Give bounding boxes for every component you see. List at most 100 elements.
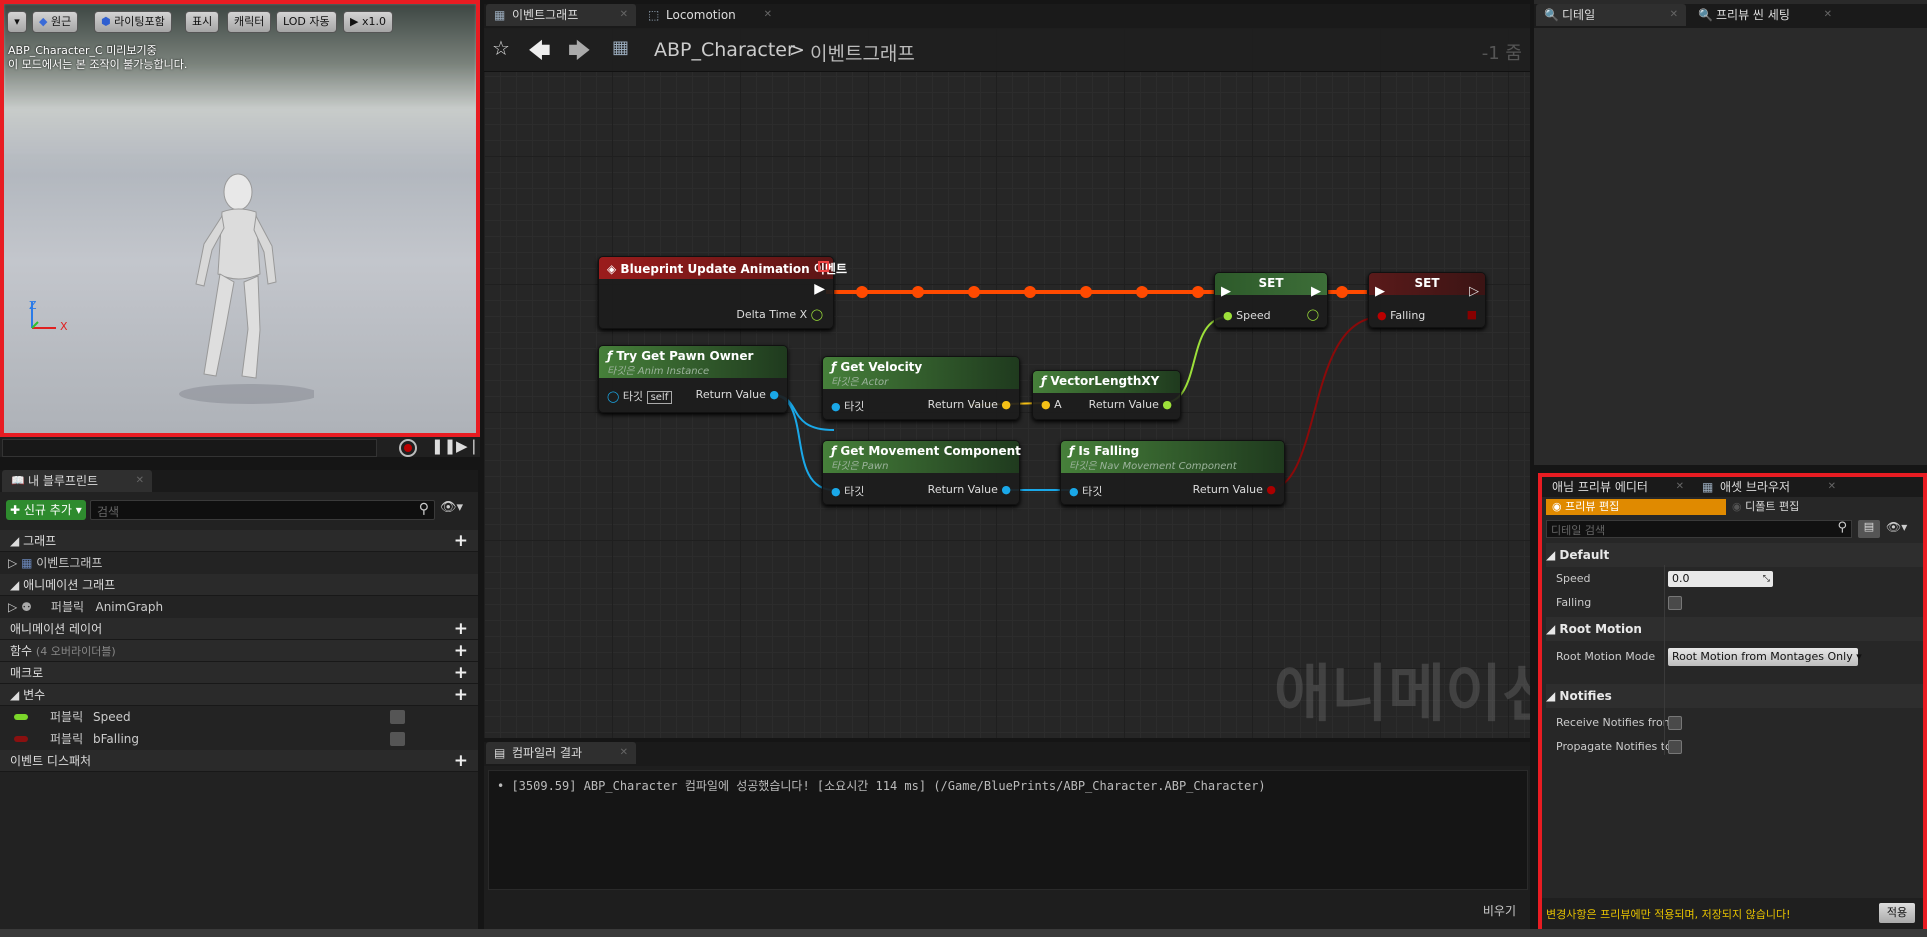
list-item-event-graph[interactable]: ▷ ▦ 이벤트그래프 xyxy=(0,552,478,574)
tab-my-blueprint-label: 내 블루프린트 xyxy=(28,474,99,488)
add-function-icon[interactable]: + xyxy=(454,640,468,662)
close-icon[interactable]: ✕ xyxy=(1676,477,1684,497)
pin-falling[interactable]: ● Falling xyxy=(1377,309,1425,322)
add-anim-layer-icon[interactable]: + xyxy=(454,618,468,640)
exec-out-pin[interactable]: ▷ xyxy=(1469,284,1479,299)
float-out-pin-icon[interactable]: ◯ xyxy=(1307,308,1319,321)
record-icon[interactable] xyxy=(399,439,417,457)
clear-button[interactable]: 비우기 xyxy=(1483,902,1516,919)
drag-arrows-icon: ⤡ xyxy=(1762,574,1770,584)
delegate-pin-icon[interactable] xyxy=(818,261,829,272)
pin-return[interactable]: Return Value ● xyxy=(696,388,779,401)
category-default[interactable]: ◢ Default xyxy=(1546,543,1923,567)
node-set-falling[interactable]: SET ▶ ▷ ● Falling ■ xyxy=(1368,272,1486,328)
perspective-button[interactable]: ◆ 원근 xyxy=(32,11,79,33)
exec-out-pin[interactable]: ▶ xyxy=(1311,284,1321,299)
pause-icon[interactable]: ❚❚ xyxy=(431,437,456,455)
category-notifies[interactable]: ◢ Notifies xyxy=(1546,684,1923,708)
add-macro-icon[interactable]: + xyxy=(454,662,468,684)
pin-return[interactable]: Return Value ● xyxy=(1193,483,1276,496)
speed-spinbox[interactable]: 0.0 ⤡ xyxy=(1668,571,1773,587)
viewport-options-button[interactable]: ▾ xyxy=(7,11,27,33)
timeline-scrubber[interactable] xyxy=(2,439,377,457)
edit-defaults-toggle[interactable]: ◉ 디폴트 편집 xyxy=(1732,499,1799,515)
node-set-speed[interactable]: SET ▶ ▶ ● Speed ◯ xyxy=(1214,272,1328,328)
section-anim-layers[interactable]: 애니메이션 레이어 + xyxy=(0,618,478,640)
pin-target[interactable]: ● 타깃 xyxy=(831,398,864,414)
bool-out-pin-icon[interactable]: ■ xyxy=(1467,308,1477,321)
section-event-dispatchers[interactable]: 이벤트 디스패처 + xyxy=(0,750,478,772)
visibility-eye-icon[interactable]: 👁▾ xyxy=(440,500,463,515)
node-get-velocity[interactable]: ƒ Get Velocity 타깃은 Actor ● 타깃 Return Valu… xyxy=(822,356,1020,420)
pin-speed[interactable]: ● Speed xyxy=(1223,309,1271,322)
receive-notifies-checkbox[interactable] xyxy=(1668,716,1682,730)
section-graphs[interactable]: ◢ 그래프 + xyxy=(0,530,478,552)
node-update-animation-event[interactable]: ◈ Blueprint Update Animation 이벤트 ▶ Delta… xyxy=(598,256,847,329)
apply-button[interactable]: 적용 xyxy=(1879,903,1915,923)
add-graph-icon[interactable]: + xyxy=(454,530,468,552)
property-row-propagate-notifies: Propagate Notifies to xyxy=(1546,735,1923,759)
exec-out-pin[interactable]: ▶ xyxy=(814,281,825,297)
close-icon[interactable]: ✕ xyxy=(1824,4,1832,26)
anim-graph-label: AnimGraph xyxy=(95,600,164,614)
node-header: ƒ Get Movement Component 타깃은 Pawn xyxy=(823,441,1021,473)
tab-compiler-results[interactable]: ▤ 컴파일러 결과 ✕ xyxy=(486,742,636,764)
node-vector-length-xy[interactable]: ƒ VectorLengthXY ● A Return Value ● xyxy=(1032,370,1181,420)
section-macros[interactable]: 매크로 + xyxy=(0,662,478,684)
visibility-toggle-icon[interactable] xyxy=(390,710,405,724)
tab-asset-browser[interactable]: ▦ 애셋 브라우저 ✕ xyxy=(1694,477,1844,497)
lod-button[interactable]: LOD 자동 xyxy=(276,11,337,33)
visibility-toggle-icon[interactable] xyxy=(390,732,405,746)
close-icon[interactable]: ✕ xyxy=(620,4,628,26)
tab-event-graph[interactable]: ▦ 이벤트그래프 ✕ xyxy=(486,4,636,26)
section-anim-graphs[interactable]: ◢ 애니메이션 그래프 xyxy=(0,574,478,596)
pin-target[interactable]: ◯ 타깃 self xyxy=(607,388,673,404)
playback-speed-button[interactable]: ▶ x1.0 xyxy=(343,11,393,33)
pin-delta-time[interactable]: Delta Time X ◯ xyxy=(736,308,823,321)
visibility-eye-icon[interactable]: 👁▾ xyxy=(1886,520,1907,534)
tab-details[interactable]: 🔍 디테일 ✕ xyxy=(1536,4,1686,26)
pin-a[interactable]: ● A xyxy=(1041,398,1062,411)
section-variables[interactable]: ◢ 변수 + xyxy=(0,684,478,706)
list-item-anim-graph[interactable]: ▷ ⚉ 퍼블릭 AnimGraph xyxy=(0,596,478,618)
pin-return[interactable]: Return Value ● xyxy=(928,483,1011,496)
section-functions[interactable]: 함수 (4 오버라이더블) + xyxy=(0,640,478,662)
property-matrix-icon[interactable]: ▤ xyxy=(1858,520,1880,538)
pin-return[interactable]: Return Value ● xyxy=(928,398,1011,411)
add-new-button[interactable]: ✚ 신규 추가 ▾ xyxy=(6,500,86,520)
node-is-falling[interactable]: ƒ Is Falling 타깃은 Nav Movement Component ●… xyxy=(1060,440,1285,505)
step-forward-icon[interactable]: ▶❘ xyxy=(456,437,480,455)
blueprint-search-input[interactable]: 검색 ⚲ xyxy=(90,500,435,520)
node-try-get-pawn-owner[interactable]: ƒ Try Get Pawn Owner 타깃은 Anim Instance ◯ … xyxy=(598,345,788,413)
propagate-notifies-checkbox[interactable] xyxy=(1668,740,1682,754)
root-motion-mode-dropdown[interactable]: Root Motion from Montages Only ▾ xyxy=(1668,648,1862,666)
tab-preview-scene-settings[interactable]: 🔍 프리뷰 씬 세팅 ✕ xyxy=(1690,4,1840,26)
falling-checkbox[interactable] xyxy=(1668,596,1682,610)
close-icon[interactable]: ✕ xyxy=(764,4,772,26)
asset-grid-icon: ▦ xyxy=(1702,480,1714,494)
add-dispatcher-icon[interactable]: + xyxy=(454,750,468,772)
variable-row-bfalling[interactable]: 퍼블릭 bFalling xyxy=(0,728,478,750)
close-icon[interactable]: ✕ xyxy=(1828,477,1836,497)
close-icon[interactable]: ✕ xyxy=(620,742,628,764)
details-search-input[interactable]: 디테일 검색 ⚲ xyxy=(1546,520,1852,538)
character-button[interactable]: 캐릭터 xyxy=(227,11,272,33)
pin-return[interactable]: Return Value ● xyxy=(1089,398,1172,411)
preview-viewport[interactable]: ▾ ◆ 원근 ⬢ 라이팅포함 표시 캐릭터 LOD 자동 ▶ x1.0 ABP_… xyxy=(0,0,480,437)
tab-anim-preview-editor[interactable]: 애님 프리뷰 에디터 ✕ xyxy=(1542,477,1692,497)
node-get-movement-component[interactable]: ƒ Get Movement Component 타깃은 Pawn ● 타깃 Re… xyxy=(822,440,1021,505)
close-icon[interactable]: ✕ xyxy=(136,470,144,492)
lighting-button[interactable]: ⬢ 라이팅포함 xyxy=(94,11,172,33)
pin-target[interactable]: ● 타깃 xyxy=(1069,483,1102,499)
edit-preview-toggle[interactable]: ◉ 프리뷰 편집 xyxy=(1546,499,1726,515)
exec-in-pin[interactable]: ▶ xyxy=(1221,284,1231,299)
tab-locomotion[interactable]: ⬚ Locomotion ✕ xyxy=(640,4,780,26)
exec-in-pin[interactable]: ▶ xyxy=(1375,284,1385,299)
add-variable-icon[interactable]: + xyxy=(454,684,468,706)
pin-target[interactable]: ● 타깃 xyxy=(831,483,864,499)
category-root-motion[interactable]: ◢ Root Motion xyxy=(1546,617,1923,641)
close-icon[interactable]: ✕ xyxy=(1670,4,1678,26)
variable-row-speed[interactable]: 퍼블릭 Speed xyxy=(0,706,478,728)
show-button[interactable]: 표시 xyxy=(185,11,220,33)
tab-my-blueprint[interactable]: 📖 내 블루프린트 ✕ xyxy=(2,470,152,492)
